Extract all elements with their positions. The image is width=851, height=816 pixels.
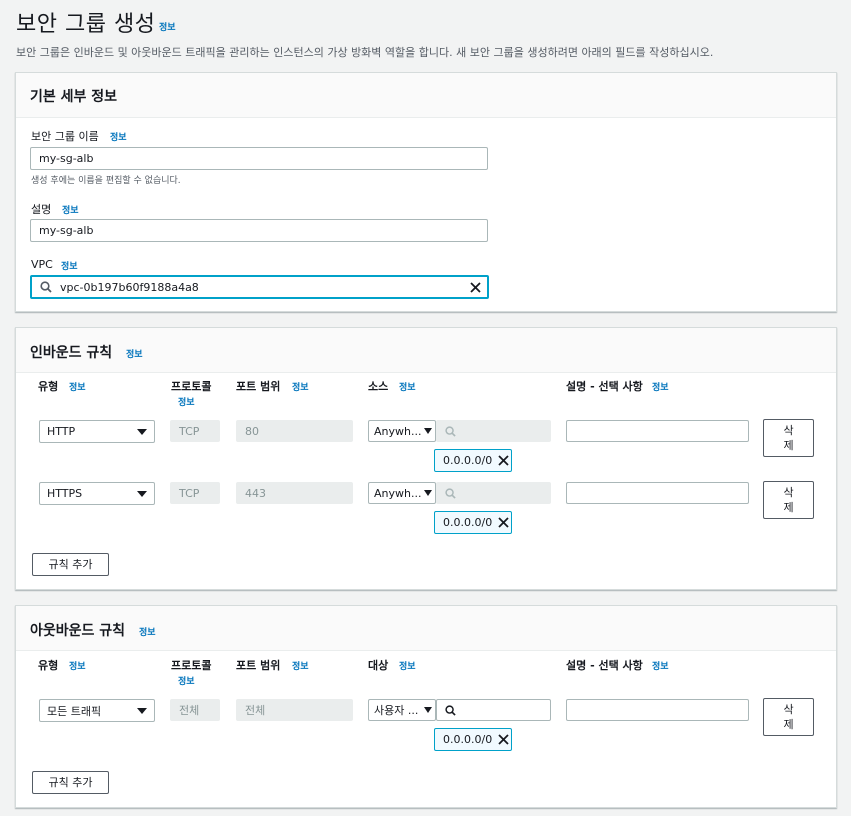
inbound-rule-2-type-select[interactable]: HTTPS <box>39 482 155 505</box>
col-port-info-link[interactable]: 정보 <box>292 380 309 393</box>
col-description: 설명 - 선택 사항 <box>566 380 643 393</box>
outbound-rules-title: 아웃바운드 규칙 <box>30 623 126 639</box>
inbound-rule-2-cidr-token: 0.0.0.0/0 <box>434 511 512 534</box>
inbound-rule-2-description-input[interactable] <box>566 482 749 504</box>
caret-down-icon <box>424 490 432 496</box>
basic-details-title: 기본 세부 정보 <box>30 89 118 105</box>
vpc-value: vpc-0b197b60f9188a4a8 <box>60 280 199 294</box>
outbound-rule-1-port: 전체 <box>236 699 353 721</box>
outbound-rule-1-dest-value: 사용자 ... <box>374 704 419 717</box>
inbound-rule-2-port: 443 <box>236 482 353 504</box>
col-type-info-link[interactable]: 정보 <box>69 380 86 393</box>
col-destination: 대상 <box>368 659 389 672</box>
col-destination-info-link[interactable]: 정보 <box>399 659 416 672</box>
inbound-rule-2-cidr-search[interactable] <box>436 482 551 504</box>
inbound-rule-1-delete-button[interactable]: 삭 제 <box>763 419 814 457</box>
description-input[interactable]: my-sg-alb <box>30 219 488 242</box>
outbound-rules-panel: 아웃바운드 규칙 정보 유형 정보 프로토콜 정보 포트 범위 정보 대상 정보… <box>15 605 837 808</box>
inbound-rule-1-protocol: TCP <box>170 420 220 442</box>
caret-down-icon <box>137 428 147 435</box>
inbound-rules-panel: 인바운드 규칙 정보 유형 정보 프로토콜 정보 포트 범위 정보 소스 정보 … <box>15 327 837 590</box>
col-type: 유형 <box>38 380 59 393</box>
col-type: 유형 <box>38 659 59 672</box>
vpc-label: VPC <box>31 258 53 271</box>
col-port-range: 포트 범위 <box>236 380 281 393</box>
page-title-info-link[interactable]: 정보 <box>159 20 176 33</box>
inbound-add-rule-button[interactable]: 규칙 추가 <box>32 553 109 576</box>
description-info-link[interactable]: 정보 <box>62 203 79 216</box>
inbound-rule-2-delete-button[interactable]: 삭 제 <box>763 481 814 519</box>
search-icon <box>445 704 456 716</box>
close-icon[interactable] <box>498 734 509 745</box>
sg-name-label: 보안 그룹 이름 <box>31 130 99 143</box>
outbound-rules-info-link[interactable]: 정보 <box>139 625 156 638</box>
sg-name-input[interactable]: my-sg-alb <box>30 147 488 170</box>
inbound-rules-header: 인바운드 규칙 정보 <box>16 328 836 373</box>
outbound-add-rule-button[interactable]: 규칙 추가 <box>32 771 109 794</box>
vpc-info-link[interactable]: 정보 <box>61 259 78 272</box>
inbound-rule-1-cidr-search[interactable] <box>436 420 551 442</box>
search-icon <box>445 425 456 437</box>
inbound-rule-1-cidr-value: 0.0.0.0/0 <box>443 454 493 467</box>
outbound-rule-1-cidr-value: 0.0.0.0/0 <box>443 733 493 746</box>
page-title: 보안 그룹 생성 <box>16 12 156 37</box>
inbound-rule-1-source-select[interactable]: Anywh... <box>368 420 436 442</box>
outbound-rule-1-delete-button[interactable]: 삭 제 <box>763 698 814 736</box>
close-icon[interactable] <box>498 455 509 466</box>
outbound-rule-1-cidr-token: 0.0.0.0/0 <box>434 728 512 751</box>
col-protocol: 프로토콜 <box>171 659 212 672</box>
col-protocol-info-link[interactable]: 정보 <box>178 395 195 408</box>
caret-down-icon <box>424 707 432 713</box>
inbound-rule-2-type-value: HTTPS <box>47 487 83 500</box>
sg-name-hint: 생성 후에는 이름을 편집할 수 없습니다. <box>31 176 181 186</box>
caret-down-icon <box>137 490 147 497</box>
col-port-range: 포트 범위 <box>236 659 281 672</box>
page-description: 보안 그룹은 인바운드 및 아웃바운드 트래픽을 관리하는 인스턴스의 가상 방… <box>16 46 714 59</box>
col-description-info-link[interactable]: 정보 <box>652 380 669 393</box>
inbound-rule-1-port: 80 <box>236 420 353 442</box>
inbound-rule-2-protocol: TCP <box>170 482 220 504</box>
caret-down-icon <box>424 428 432 434</box>
inbound-rule-1-description-input[interactable] <box>566 420 749 442</box>
col-source-info-link[interactable]: 정보 <box>399 380 416 393</box>
close-icon[interactable] <box>498 517 509 528</box>
outbound-rule-1-cidr-search[interactable] <box>436 699 551 721</box>
inbound-rule-1-type-select[interactable]: HTTP <box>39 420 155 443</box>
close-icon[interactable] <box>470 281 481 293</box>
description-label: 설명 <box>31 203 52 216</box>
search-icon <box>40 281 52 293</box>
outbound-rule-1-type-value: 모든 트래픽 <box>47 704 102 718</box>
inbound-rule-2-cidr-value: 0.0.0.0/0 <box>443 516 493 529</box>
sg-name-info-link[interactable]: 정보 <box>110 130 127 143</box>
vpc-search-input[interactable]: vpc-0b197b60f9188a4a8 <box>30 275 489 299</box>
outbound-rule-1-dest-select[interactable]: 사용자 ... <box>368 699 436 721</box>
inbound-rules-info-link[interactable]: 정보 <box>126 347 143 360</box>
outbound-rules-header: 아웃바운드 규칙 정보 <box>16 606 836 651</box>
inbound-rule-1-type-value: HTTP <box>47 425 76 438</box>
inbound-rule-2-source-value: Anywh... <box>374 486 422 500</box>
basic-details-panel: 기본 세부 정보 보안 그룹 이름 정보 my-sg-alb 생성 후에는 이름… <box>15 72 837 312</box>
inbound-rule-1-source-value: Anywh... <box>374 424 422 438</box>
outbound-rule-1-type-select[interactable]: 모든 트래픽 <box>39 699 155 722</box>
inbound-rules-title: 인바운드 규칙 <box>30 345 113 361</box>
col-protocol: 프로토콜 <box>171 380 212 393</box>
inbound-rule-2-source-select[interactable]: Anywh... <box>368 482 436 504</box>
caret-down-icon <box>137 707 147 714</box>
col-port-info-link[interactable]: 정보 <box>292 659 309 672</box>
col-description-info-link[interactable]: 정보 <box>652 659 669 672</box>
basic-details-header: 기본 세부 정보 <box>16 73 836 118</box>
search-icon <box>445 487 456 499</box>
col-type-info-link[interactable]: 정보 <box>69 659 86 672</box>
col-protocol-info-link[interactable]: 정보 <box>178 674 195 687</box>
inbound-rule-1-cidr-token: 0.0.0.0/0 <box>434 449 512 472</box>
col-description: 설명 - 선택 사항 <box>566 659 643 672</box>
col-source: 소스 <box>368 380 389 393</box>
outbound-rule-1-protocol: 전체 <box>170 699 220 721</box>
outbound-rule-1-description-input[interactable] <box>566 699 749 721</box>
